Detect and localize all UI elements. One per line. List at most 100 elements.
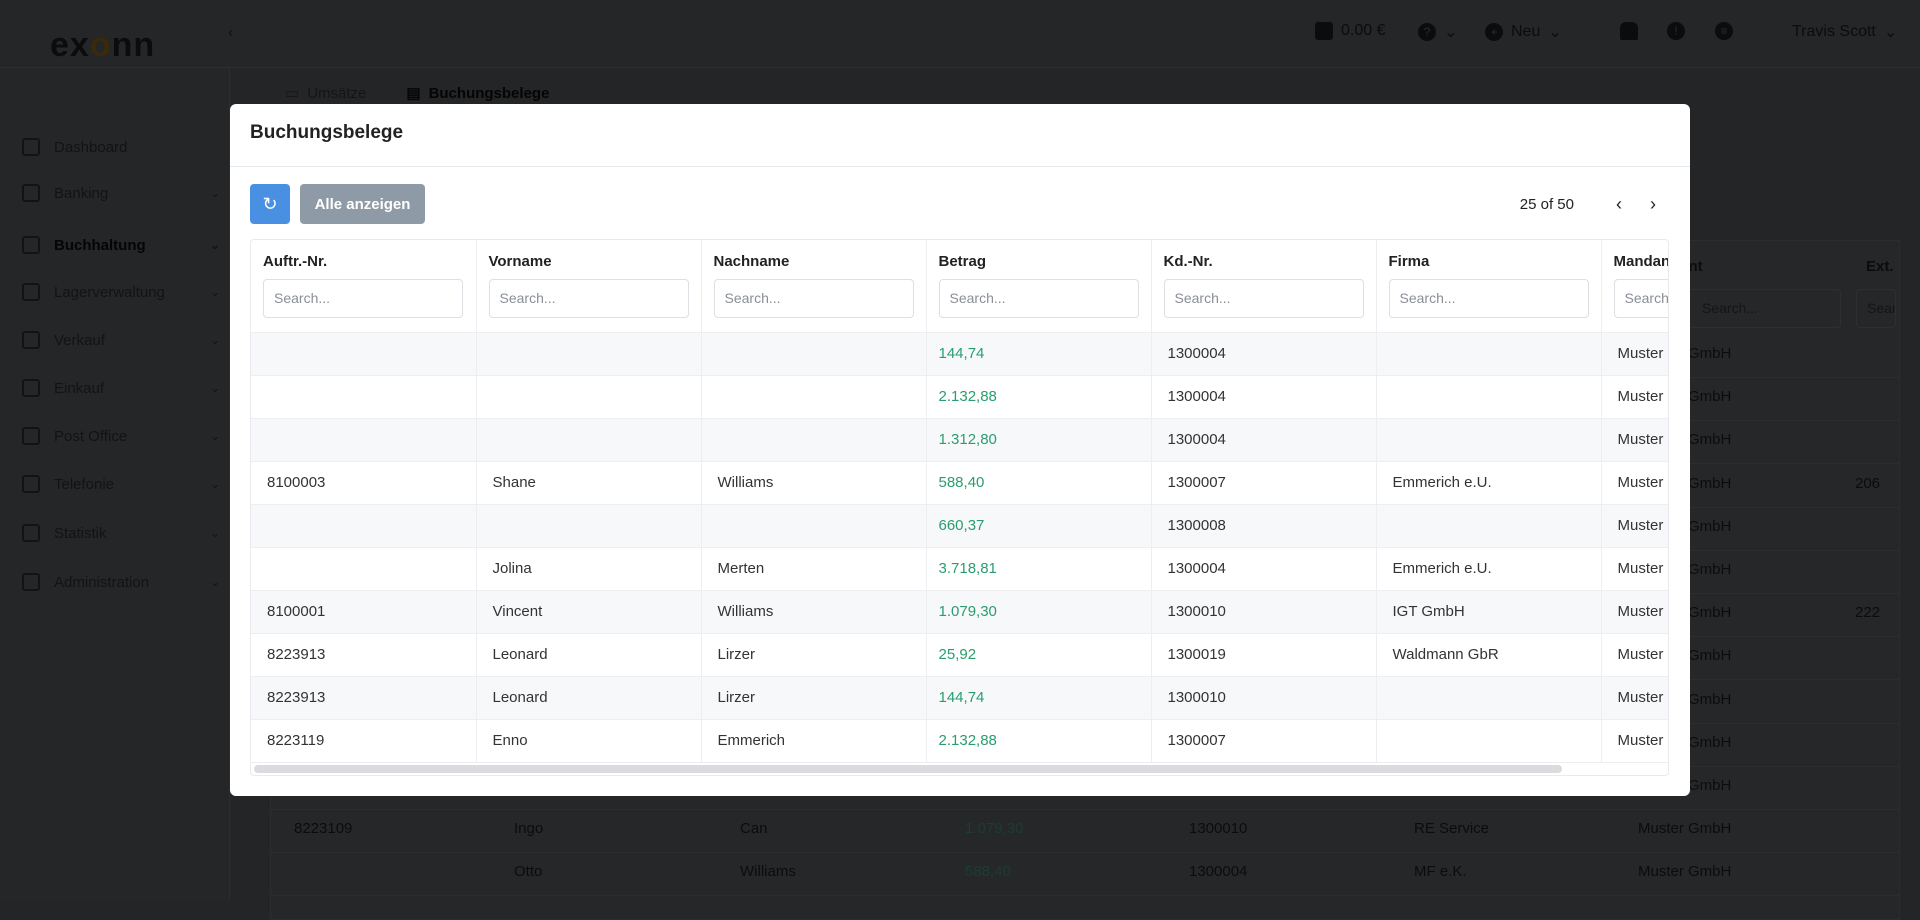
show-all-button[interactable]: Alle anzeigen bbox=[300, 184, 425, 224]
table-cell-auftr-nr: 8100001 bbox=[251, 590, 477, 634]
sidebar-item-label: Post Office bbox=[54, 427, 128, 445]
column-header: Mandant Search... bbox=[1601, 240, 1668, 333]
table-cell-mandant: Muster GmbH bbox=[1601, 375, 1668, 419]
logo[interactable]: exonn bbox=[50, 26, 155, 65]
transactions-icon: ▭ bbox=[285, 85, 300, 102]
table-cell-auftr-nr bbox=[251, 418, 477, 462]
table-cell-nachname: Lirzer bbox=[701, 633, 927, 677]
table-cell-auftr-nr: 8223913 bbox=[251, 633, 477, 677]
table-row[interactable]: 8100003 Shane Williams 588,40 1300007 Emmeric… bbox=[251, 461, 1668, 505]
cart-icon bbox=[22, 379, 40, 397]
table-row[interactable]: 8100001 Vincent Williams 1.079,30 1300010 IGT… bbox=[251, 590, 1668, 634]
new-dropdown[interactable]: + Neu ⌄ bbox=[1485, 22, 1562, 42]
column-header: Vorname Search... bbox=[476, 240, 702, 333]
row-divider bbox=[270, 809, 1900, 810]
pagination-count: 25 of 50 bbox=[1519, 195, 1574, 213]
column-search-input[interactable]: Search... bbox=[488, 279, 689, 318]
sidebar-item-label: Telefonie bbox=[54, 475, 115, 493]
table-cell-kd-nr: 1300004 bbox=[1151, 547, 1377, 591]
ledger-icon bbox=[22, 236, 40, 254]
dashboard-icon bbox=[22, 138, 40, 156]
sidebar-item-verkauf[interactable]: Verkauf ⌄ bbox=[22, 331, 220, 349]
table-row[interactable]: 8223913 Leonard Lirzer 144,74 1300010 Muster … bbox=[251, 676, 1668, 720]
table-row[interactable]: 2.132,881300004 Muster GmbH bbox=[251, 375, 1668, 419]
modal-title: Buchungsbelege bbox=[250, 122, 404, 143]
alerts-button[interactable]: ! bbox=[1667, 22, 1685, 40]
sidebar-item-label: Banking bbox=[54, 184, 109, 202]
table-cell-firma bbox=[1376, 332, 1602, 376]
sidebar-item-banking[interactable]: Banking ⌄ bbox=[22, 184, 220, 202]
column-label: Nachname bbox=[713, 253, 790, 270]
background-cell-vorname: Ingo bbox=[514, 820, 544, 838]
background-cell-auftr: 8223109 bbox=[294, 820, 353, 838]
horizontal-scrollbar[interactable] bbox=[254, 765, 1562, 773]
column-header-ext: Ext. bbox=[1866, 258, 1894, 275]
search-placeholder: Search... bbox=[274, 290, 331, 306]
tab-label: Buchungsbelege bbox=[428, 84, 550, 102]
table-cell-kd-nr: 1300004 bbox=[1151, 418, 1377, 462]
sidebar-item-statistik[interactable]: Statistik ⌄ bbox=[22, 524, 220, 542]
tab-buchungsbelege[interactable]: ▤ Buchungsbelege bbox=[406, 84, 550, 103]
column-search-input[interactable]: Search... bbox=[1388, 279, 1589, 318]
chevron-down-icon: ⌄ bbox=[209, 526, 220, 540]
table-cell-vorname: Jolina bbox=[476, 547, 702, 591]
table-row[interactable]: 8223913 Leonard Lirzer 25,92 1300019 Waldmann… bbox=[251, 633, 1668, 677]
chat-button[interactable]: ≡ bbox=[1715, 22, 1733, 40]
chevron-down-icon: ⌄ bbox=[209, 285, 220, 299]
table-cell-mandant: Muster GmbH bbox=[1601, 504, 1668, 548]
background-cell-nachname: Williams bbox=[740, 863, 796, 881]
table-cell-mandant: Muster GmbH bbox=[1601, 676, 1668, 720]
table-cell-auftr-nr: 8100003 bbox=[251, 461, 477, 505]
table-row[interactable]: 144,741300004 Muster GmbH bbox=[251, 332, 1668, 376]
table-cell-kd-nr: 1300007 bbox=[1151, 461, 1377, 505]
notifications-button[interactable] bbox=[1620, 22, 1638, 40]
refresh-button[interactable]: ↻ bbox=[250, 184, 290, 224]
column-search-input[interactable]: Search... bbox=[938, 279, 1139, 318]
balance-text: 0.00 € bbox=[1341, 22, 1386, 39]
column-search-input[interactable]: Search... bbox=[1613, 279, 1668, 318]
column-search-input[interactable]: Search... bbox=[713, 279, 914, 318]
user-menu[interactable]: Travis Scott ⌄ bbox=[1792, 22, 1897, 42]
table-cell-betrag: 588,40 bbox=[926, 461, 1152, 505]
table-cell-kd-nr: 1300010 bbox=[1151, 590, 1377, 634]
column-header: Nachname Search... bbox=[701, 240, 927, 333]
column-search-input[interactable]: Search... bbox=[263, 279, 463, 318]
table-cell-betrag: 3.718,81 bbox=[926, 547, 1152, 591]
table-cell-betrag: 2.132,88 bbox=[926, 719, 1152, 763]
background-search-input-ext[interactable]: Search... bbox=[1856, 289, 1896, 328]
table-cell-firma bbox=[1376, 418, 1602, 462]
gear-icon bbox=[22, 573, 40, 591]
column-label: Vorname bbox=[488, 253, 552, 270]
search-placeholder: Search... bbox=[1174, 290, 1231, 306]
table-cell-betrag: 144,74 bbox=[926, 332, 1152, 376]
table-cell-firma bbox=[1376, 504, 1602, 548]
table-row[interactable]: 8223119 Enno Emmerich 2.132,88 1300007 Muster… bbox=[251, 719, 1668, 763]
sidebar-item-dashboard[interactable]: Dashboard bbox=[22, 138, 220, 156]
tab-umsaetze[interactable]: ▭ Umsätze bbox=[285, 84, 366, 103]
table-row[interactable]: 1.312,801300004 Muster GmbH bbox=[251, 418, 1668, 462]
background-cell-betrag: 1.079,30 bbox=[965, 820, 1024, 838]
page-tabs: ▭ Umsätze ▤ Buchungsbelege bbox=[285, 84, 550, 103]
column-search-input[interactable]: Search... bbox=[1163, 279, 1364, 318]
table-cell-nachname bbox=[701, 332, 927, 376]
sidebar-item-post-office[interactable]: Post Office ⌄ bbox=[22, 427, 220, 445]
wallet-balance[interactable]: 0.00 € bbox=[1315, 22, 1385, 40]
sidebar-item-administration[interactable]: Administration ⌄ bbox=[22, 573, 220, 591]
table-cell-vorname: Vincent bbox=[476, 590, 702, 634]
sidebar-item-telefonie[interactable]: Telefonie ⌄ bbox=[22, 475, 220, 493]
column-label: Betrag bbox=[938, 253, 987, 270]
help-dropdown[interactable]: ? ⌄ bbox=[1418, 22, 1457, 42]
table-cell-vorname: Leonard bbox=[476, 676, 702, 720]
column-label: Kd.-Nr. bbox=[1163, 253, 1213, 270]
collapse-sidebar-icon[interactable]: ‹ bbox=[228, 24, 233, 42]
chevron-down-icon: ⌄ bbox=[209, 238, 220, 252]
document-icon: ▤ bbox=[406, 85, 421, 102]
table-cell-firma: Emmerich e.U. bbox=[1376, 461, 1602, 505]
sidebar-item-einkauf[interactable]: Einkauf ⌄ bbox=[22, 379, 220, 397]
table-row[interactable]: 660,371300008 Muster GmbH bbox=[251, 504, 1668, 548]
chevron-left-icon[interactable]: ‹ bbox=[1602, 194, 1636, 215]
sidebar-item-lagerverwaltung[interactable]: Lagerverwaltung ⌄ bbox=[22, 283, 220, 301]
chevron-right-icon[interactable]: › bbox=[1636, 194, 1670, 215]
sidebar-item-buchhaltung[interactable]: Buchhaltung ⌄ bbox=[22, 236, 220, 254]
table-row[interactable]: Jolina Merten 3.718,81 1300004 Emmerich e.U.… bbox=[251, 547, 1668, 591]
